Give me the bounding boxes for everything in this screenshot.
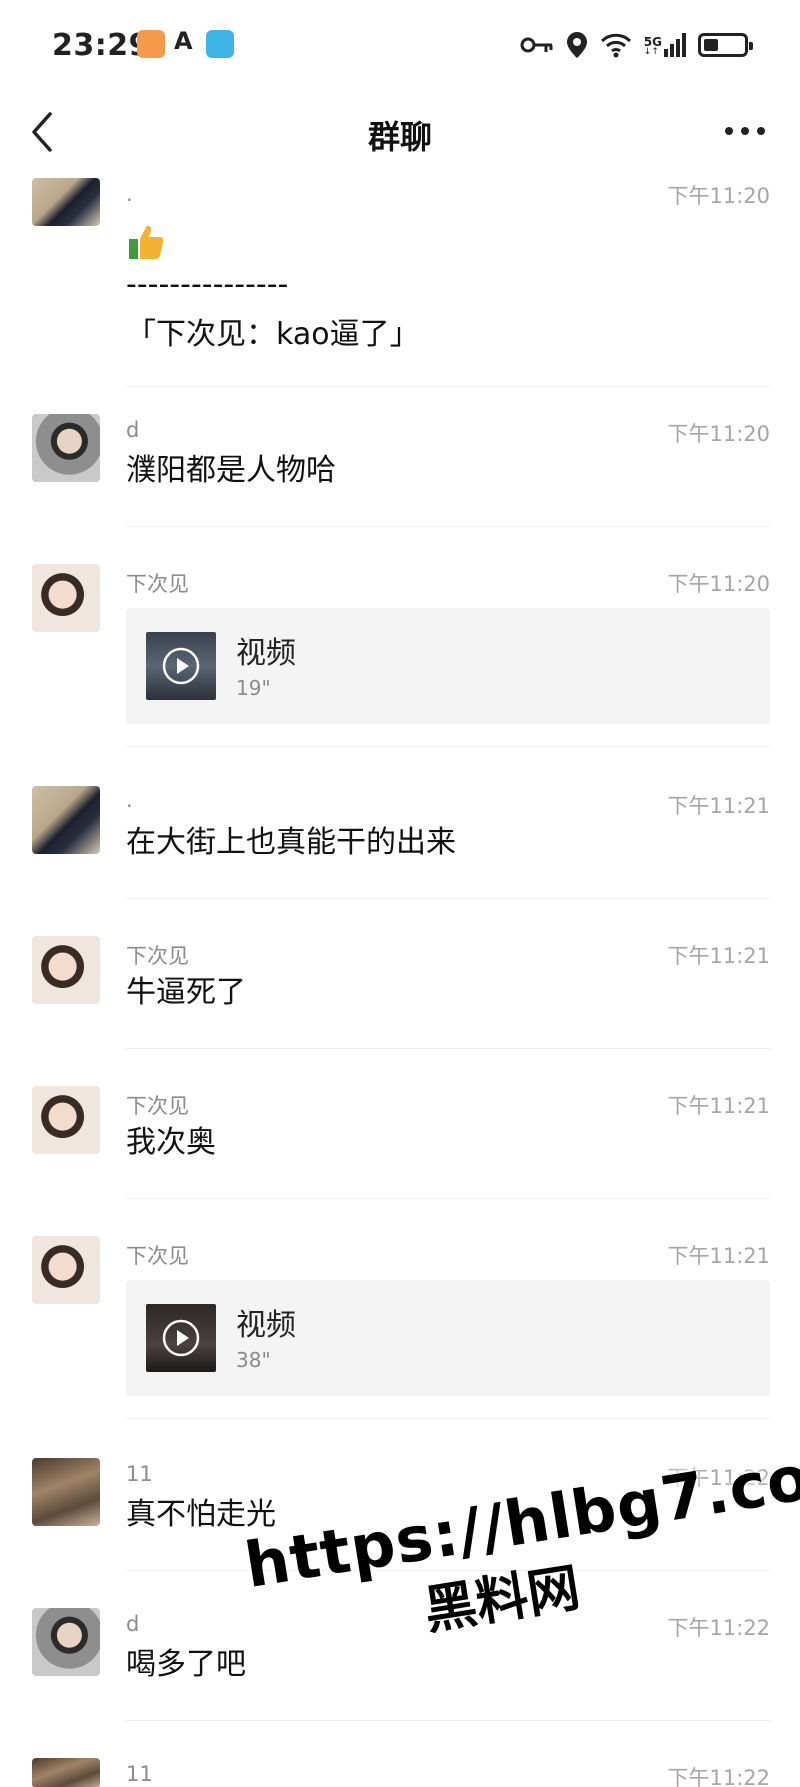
avatar[interactable]: [32, 1608, 100, 1676]
status-time: 23:29: [52, 28, 150, 63]
message-time: 下午11:21: [667, 944, 770, 968]
avatar[interactable]: [32, 1236, 100, 1304]
avatar[interactable]: [32, 1458, 100, 1526]
message-text: 我次奥: [126, 1125, 216, 1160]
sender-name: .: [126, 182, 133, 206]
avatar[interactable]: [32, 1758, 100, 1787]
avatar[interactable]: [32, 178, 100, 226]
video-title: 视频: [236, 1308, 296, 1343]
video-message[interactable]: 视频 38": [126, 1280, 770, 1396]
video-duration: 38": [236, 1348, 271, 1372]
message-text: ---------------: [126, 267, 289, 302]
video-duration: 19": [236, 676, 271, 700]
message-time: 下午11:20: [667, 422, 770, 446]
chat-screen: 23:29 A 5G ↓↑ 群聊 . 下午11:20 -------------…: [0, 0, 800, 1787]
message-text: 在大街上也真能干的出来: [126, 825, 456, 860]
location-icon: [566, 32, 587, 58]
key-icon: [520, 37, 553, 53]
divider: [126, 1198, 770, 1199]
message-time: 下午11:22: [667, 1766, 770, 1787]
sender-name: 下次见: [126, 944, 189, 968]
divider: [126, 898, 770, 899]
message-text: 「下次见：kao逼了」: [126, 317, 420, 352]
avatar[interactable]: [32, 1086, 100, 1154]
status-bar: 23:29 A 5G ↓↑: [0, 0, 800, 90]
a-icon: A: [174, 27, 193, 55]
status-icons: 5G ↓↑: [520, 30, 753, 60]
divider: [126, 746, 770, 747]
divider: [126, 386, 770, 387]
play-icon[interactable]: [161, 1318, 201, 1358]
message-time: 下午11:21: [667, 1094, 770, 1118]
sender-name: 下次见: [126, 1094, 189, 1118]
message-text: 牛逼死了: [126, 975, 246, 1010]
book-icon: [206, 30, 234, 58]
divider: [126, 1720, 770, 1721]
sender-name: d: [126, 418, 140, 442]
sender-name: 11: [126, 1462, 153, 1486]
app-notification-icon: [137, 30, 165, 58]
message-text: 濮阳都是人物哈: [126, 453, 336, 488]
play-icon[interactable]: [161, 646, 201, 686]
message-time: 下午11:20: [667, 184, 770, 208]
sender-name: 下次见: [126, 1244, 189, 1268]
sender-name: 11: [126, 1762, 153, 1786]
more-icon[interactable]: [720, 116, 770, 146]
video-thumbnail[interactable]: [146, 1304, 216, 1372]
message-time: 下午11:21: [667, 794, 770, 818]
message-time: 下午11:21: [667, 1244, 770, 1268]
video-title: 视频: [236, 636, 296, 671]
sender-name: d: [126, 1612, 140, 1636]
sender-name: 下次见: [126, 572, 189, 596]
watermark: https://hlbg7.com 黑料网: [240, 1430, 800, 1728]
divider: [126, 526, 770, 527]
message-time: 下午11:20: [667, 572, 770, 596]
divider: [126, 1418, 770, 1419]
nav-bar: 群聊: [0, 90, 800, 176]
video-message[interactable]: 视频 19": [126, 608, 770, 724]
message-text: 喝多了吧: [126, 1647, 246, 1682]
thumbs-up-icon: [129, 226, 164, 259]
avatar[interactable]: [32, 936, 100, 1004]
battery-icon: [698, 33, 753, 57]
video-thumbnail[interactable]: [146, 632, 216, 700]
divider: [126, 1048, 770, 1049]
sender-name: .: [126, 788, 133, 812]
avatar[interactable]: [32, 414, 100, 482]
avatar[interactable]: [32, 786, 100, 854]
signal-icon: 5G ↓↑: [644, 33, 686, 57]
avatar[interactable]: [32, 564, 100, 632]
wifi-icon: [600, 33, 631, 58]
page-title: 群聊: [367, 118, 432, 156]
